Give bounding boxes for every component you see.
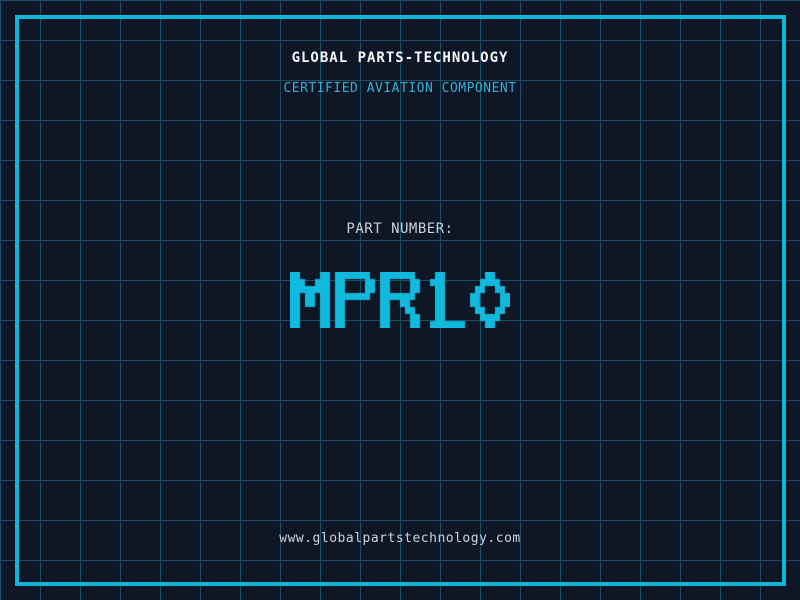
part-number-label: PART NUMBER: [0, 221, 800, 237]
company-title: GLOBAL PARTS-TECHNOLOGY [0, 50, 800, 66]
component-placard: GLOBAL PARTS-TECHNOLOGY CERTIFIED AVIATI… [0, 0, 800, 600]
website-url: www.globalpartstechnology.com [0, 531, 800, 546]
part-number-pixel-text [290, 272, 510, 328]
certification-subtitle: CERTIFIED AVIATION COMPONENT [0, 81, 800, 96]
